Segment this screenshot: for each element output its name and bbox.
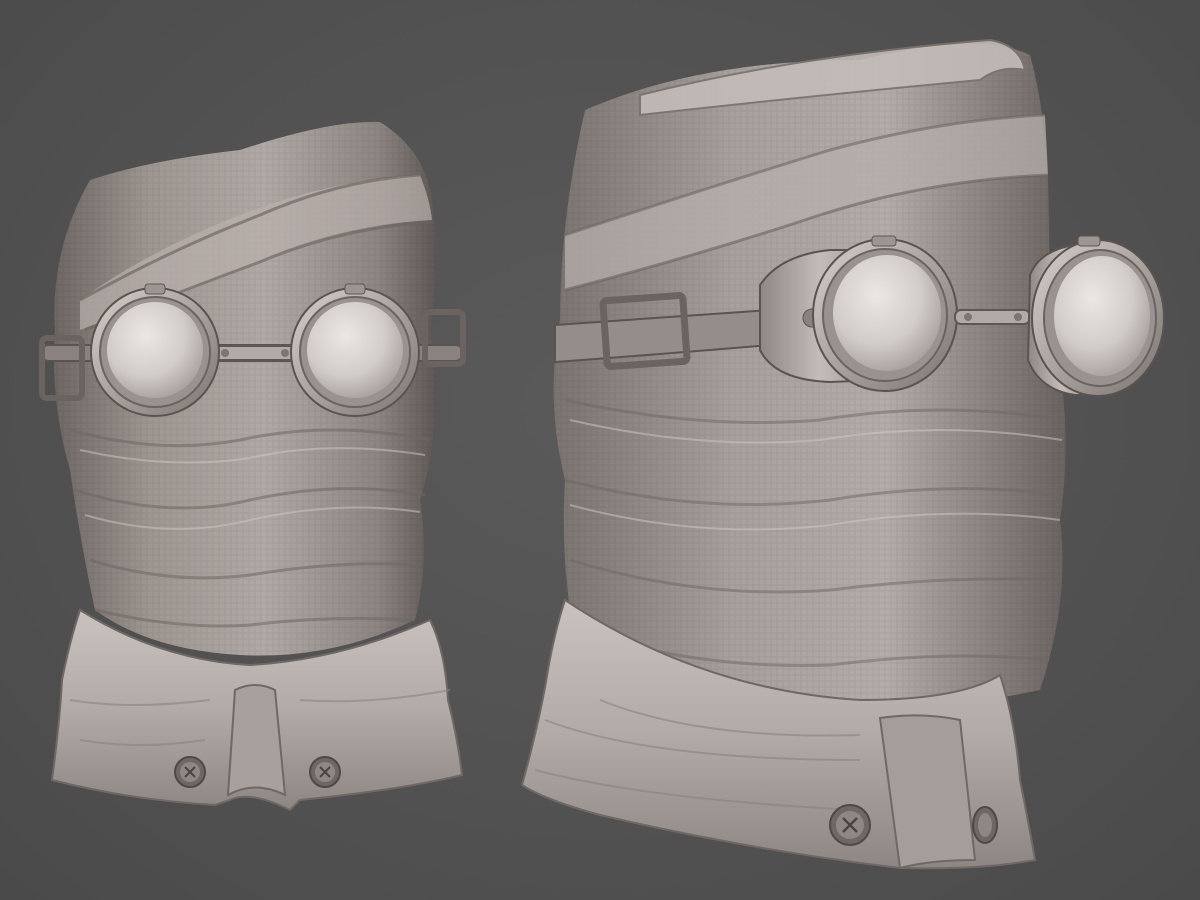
collar-button-right — [309, 756, 341, 788]
collar-button-left — [174, 756, 206, 788]
bust-three-quarter-view — [520, 38, 1165, 870]
goggle-bridge — [204, 345, 306, 361]
render-viewport — [0, 0, 1200, 900]
goggle-lens-right-large — [1026, 235, 1165, 397]
collar-button-large-left — [829, 804, 871, 846]
sculpt-render — [39, 38, 1165, 870]
collar-button-large-right — [972, 806, 998, 844]
goggle-lens-left-large — [759, 235, 958, 392]
bust-front-view — [39, 121, 466, 812]
